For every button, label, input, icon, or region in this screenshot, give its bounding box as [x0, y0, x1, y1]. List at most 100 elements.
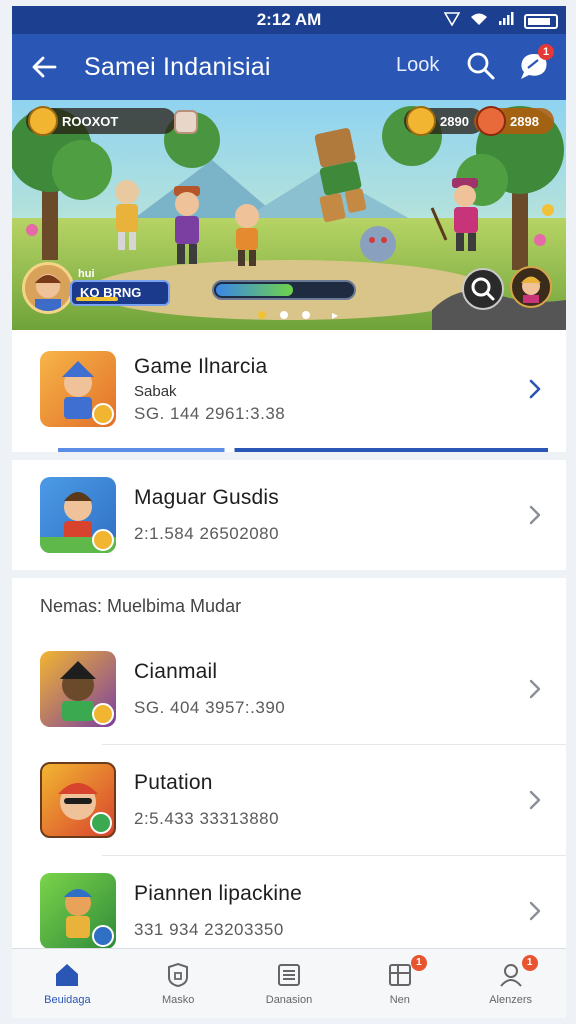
- coin-icon: [406, 106, 436, 136]
- carousel-dot[interactable]: [302, 311, 310, 319]
- arrow-left-icon: [32, 56, 57, 78]
- gem-counter: 2898: [474, 106, 554, 136]
- nav-item-danasion[interactable]: Danasion: [234, 949, 345, 1018]
- gem-value: 2898: [510, 113, 539, 129]
- resource-label: ROOXOT: [62, 113, 119, 129]
- xp-progress-fill: [216, 284, 293, 296]
- player-resource-pill: ROOXOT: [26, 106, 176, 136]
- check-badge-icon: [92, 925, 114, 947]
- messages-button[interactable]: 1: [516, 44, 554, 84]
- item-meta: 331 934 23203350: [134, 920, 284, 939]
- list-icon: [277, 963, 300, 986]
- nav-item-masko[interactable]: Masko: [123, 949, 234, 1018]
- search-icon: [471, 277, 495, 301]
- game-icon: [40, 351, 116, 427]
- home-icon: [56, 963, 79, 986]
- back-button[interactable]: [26, 49, 62, 85]
- carousel-dots: ▸: [258, 308, 338, 322]
- shield-icon[interactable]: [174, 110, 198, 134]
- status-bar: 2:12 AM: [12, 6, 566, 34]
- game-banner[interactable]: ROOXOT 2890 2898 hui KO BRNG ▸: [12, 100, 566, 330]
- nav-item-nen[interactable]: 1 Nen: [344, 949, 455, 1018]
- nav-badge: 1: [410, 955, 427, 971]
- game-icon: [40, 477, 116, 553]
- item-text: Piannen lipackine 331 934 23203350: [134, 882, 302, 940]
- carousel-next-icon[interactable]: ▸: [332, 308, 338, 322]
- item-text: Maguar Gusdis 2:1.584 26502080: [134, 486, 279, 544]
- item-title: Putation: [134, 771, 213, 794]
- coin-badge-icon: [92, 703, 114, 725]
- section-gap: [12, 570, 566, 578]
- phone-screen: 2:12 AM Samei Indanisiai Look 1 ROOXOT 2…: [12, 6, 566, 1018]
- player-label: hui: [78, 268, 95, 280]
- item-meta: 2:5.433 33313880: [134, 809, 280, 828]
- list-item[interactable]: Cianmail SG. 404 3957:.390: [12, 634, 566, 744]
- search-icon: [467, 52, 495, 80]
- featured-list: Game Ilnarcia Sabak SG. 144 2961:3.38 Ma…: [12, 330, 566, 966]
- nav-label: Danasion: [265, 993, 313, 1006]
- hero-portrait-icon: [521, 276, 541, 303]
- nav-label: Nen: [389, 993, 410, 1006]
- coin-counter: 2890: [404, 106, 484, 136]
- player-avatar-icon: [35, 274, 61, 311]
- page-title: Samei Indanisiai: [84, 52, 271, 81]
- coin-badge-icon: [92, 403, 114, 425]
- nav-label: Beuidaga: [44, 993, 91, 1006]
- list-item[interactable]: Maguar Gusdis 2:1.584 26502080: [12, 460, 566, 570]
- player-card[interactable]: hui KO BRNG: [22, 262, 170, 314]
- item-meta: 2:1.584 26502080: [134, 524, 280, 543]
- avatar: [22, 262, 74, 314]
- check-badge-icon: [90, 812, 112, 834]
- item-text: Putation 2:5.433 33313880: [134, 771, 279, 829]
- gem-icon: [476, 106, 506, 136]
- nav-item-alenzers[interactable]: 1 Alenzers: [455, 949, 566, 1018]
- chevron-right-icon: [529, 379, 541, 399]
- nav-label: Masko: [161, 993, 195, 1006]
- chevron-right-icon: [529, 679, 541, 699]
- game-icon: [40, 873, 116, 949]
- hero-badge-icon: [28, 106, 58, 136]
- battery-icon: [524, 13, 558, 29]
- carousel-dot[interactable]: [280, 311, 288, 319]
- item-title: Piannen lipackine: [134, 882, 303, 905]
- banner-search-button[interactable]: [462, 268, 504, 310]
- search-button[interactable]: [464, 49, 498, 83]
- game-icon: [40, 651, 116, 727]
- status-icons: [443, 11, 558, 31]
- item-meta: SG. 144 2961:3.38: [134, 403, 286, 423]
- item-text: Game Ilnarcia Sabak SG. 144 2961:3.38: [134, 355, 285, 424]
- app-bar: Samei Indanisiai Look 1: [12, 34, 566, 100]
- item-text: Cianmail SG. 404 3957:.390: [134, 660, 285, 718]
- xp-progress-bar: [212, 280, 356, 300]
- item-title: Cianmail: [134, 660, 218, 683]
- chevron-right-icon: [529, 505, 541, 525]
- game-icon: [40, 762, 116, 838]
- section-gap: [12, 452, 566, 460]
- carousel-dot[interactable]: [258, 311, 266, 319]
- list-item[interactable]: Game Ilnarcia Sabak SG. 144 2961:3.38: [12, 330, 566, 448]
- shield-icon: [168, 962, 189, 987]
- list-item[interactable]: Putation 2:5.433 33313880: [12, 745, 566, 855]
- bottom-navigation: Beuidaga Masko Danasion 1 Nen 1 Alenzers: [12, 948, 566, 1018]
- wifi-icon: [470, 11, 488, 31]
- hero-button[interactable]: [510, 266, 552, 308]
- user-icon: [499, 963, 522, 987]
- coin-badge-icon: [92, 529, 114, 551]
- chevron-right-icon: [529, 901, 541, 921]
- section-title: Nemas: Muelbima Mudar: [40, 595, 242, 616]
- player-name-plate: KO BRNG: [70, 280, 170, 306]
- item-title: Maguar Gusdis: [134, 486, 279, 509]
- look-button[interactable]: Look: [396, 54, 439, 77]
- notification-badge: 1: [538, 44, 554, 60]
- coin-value: 2890: [440, 113, 469, 129]
- player-progress-fill: [76, 297, 119, 301]
- nav-label: Alenzers: [489, 993, 532, 1006]
- grid-icon: [388, 963, 411, 986]
- cellular-icon: [498, 11, 514, 31]
- item-title: Game Ilnarcia: [134, 354, 268, 378]
- signal-icon: [443, 11, 461, 31]
- item-meta: SG. 404 3957:.390: [134, 698, 286, 717]
- item-subtitle: Sabak: [134, 382, 177, 400]
- nav-item-home[interactable]: Beuidaga: [12, 949, 123, 1018]
- nav-badge: 1: [521, 955, 538, 971]
